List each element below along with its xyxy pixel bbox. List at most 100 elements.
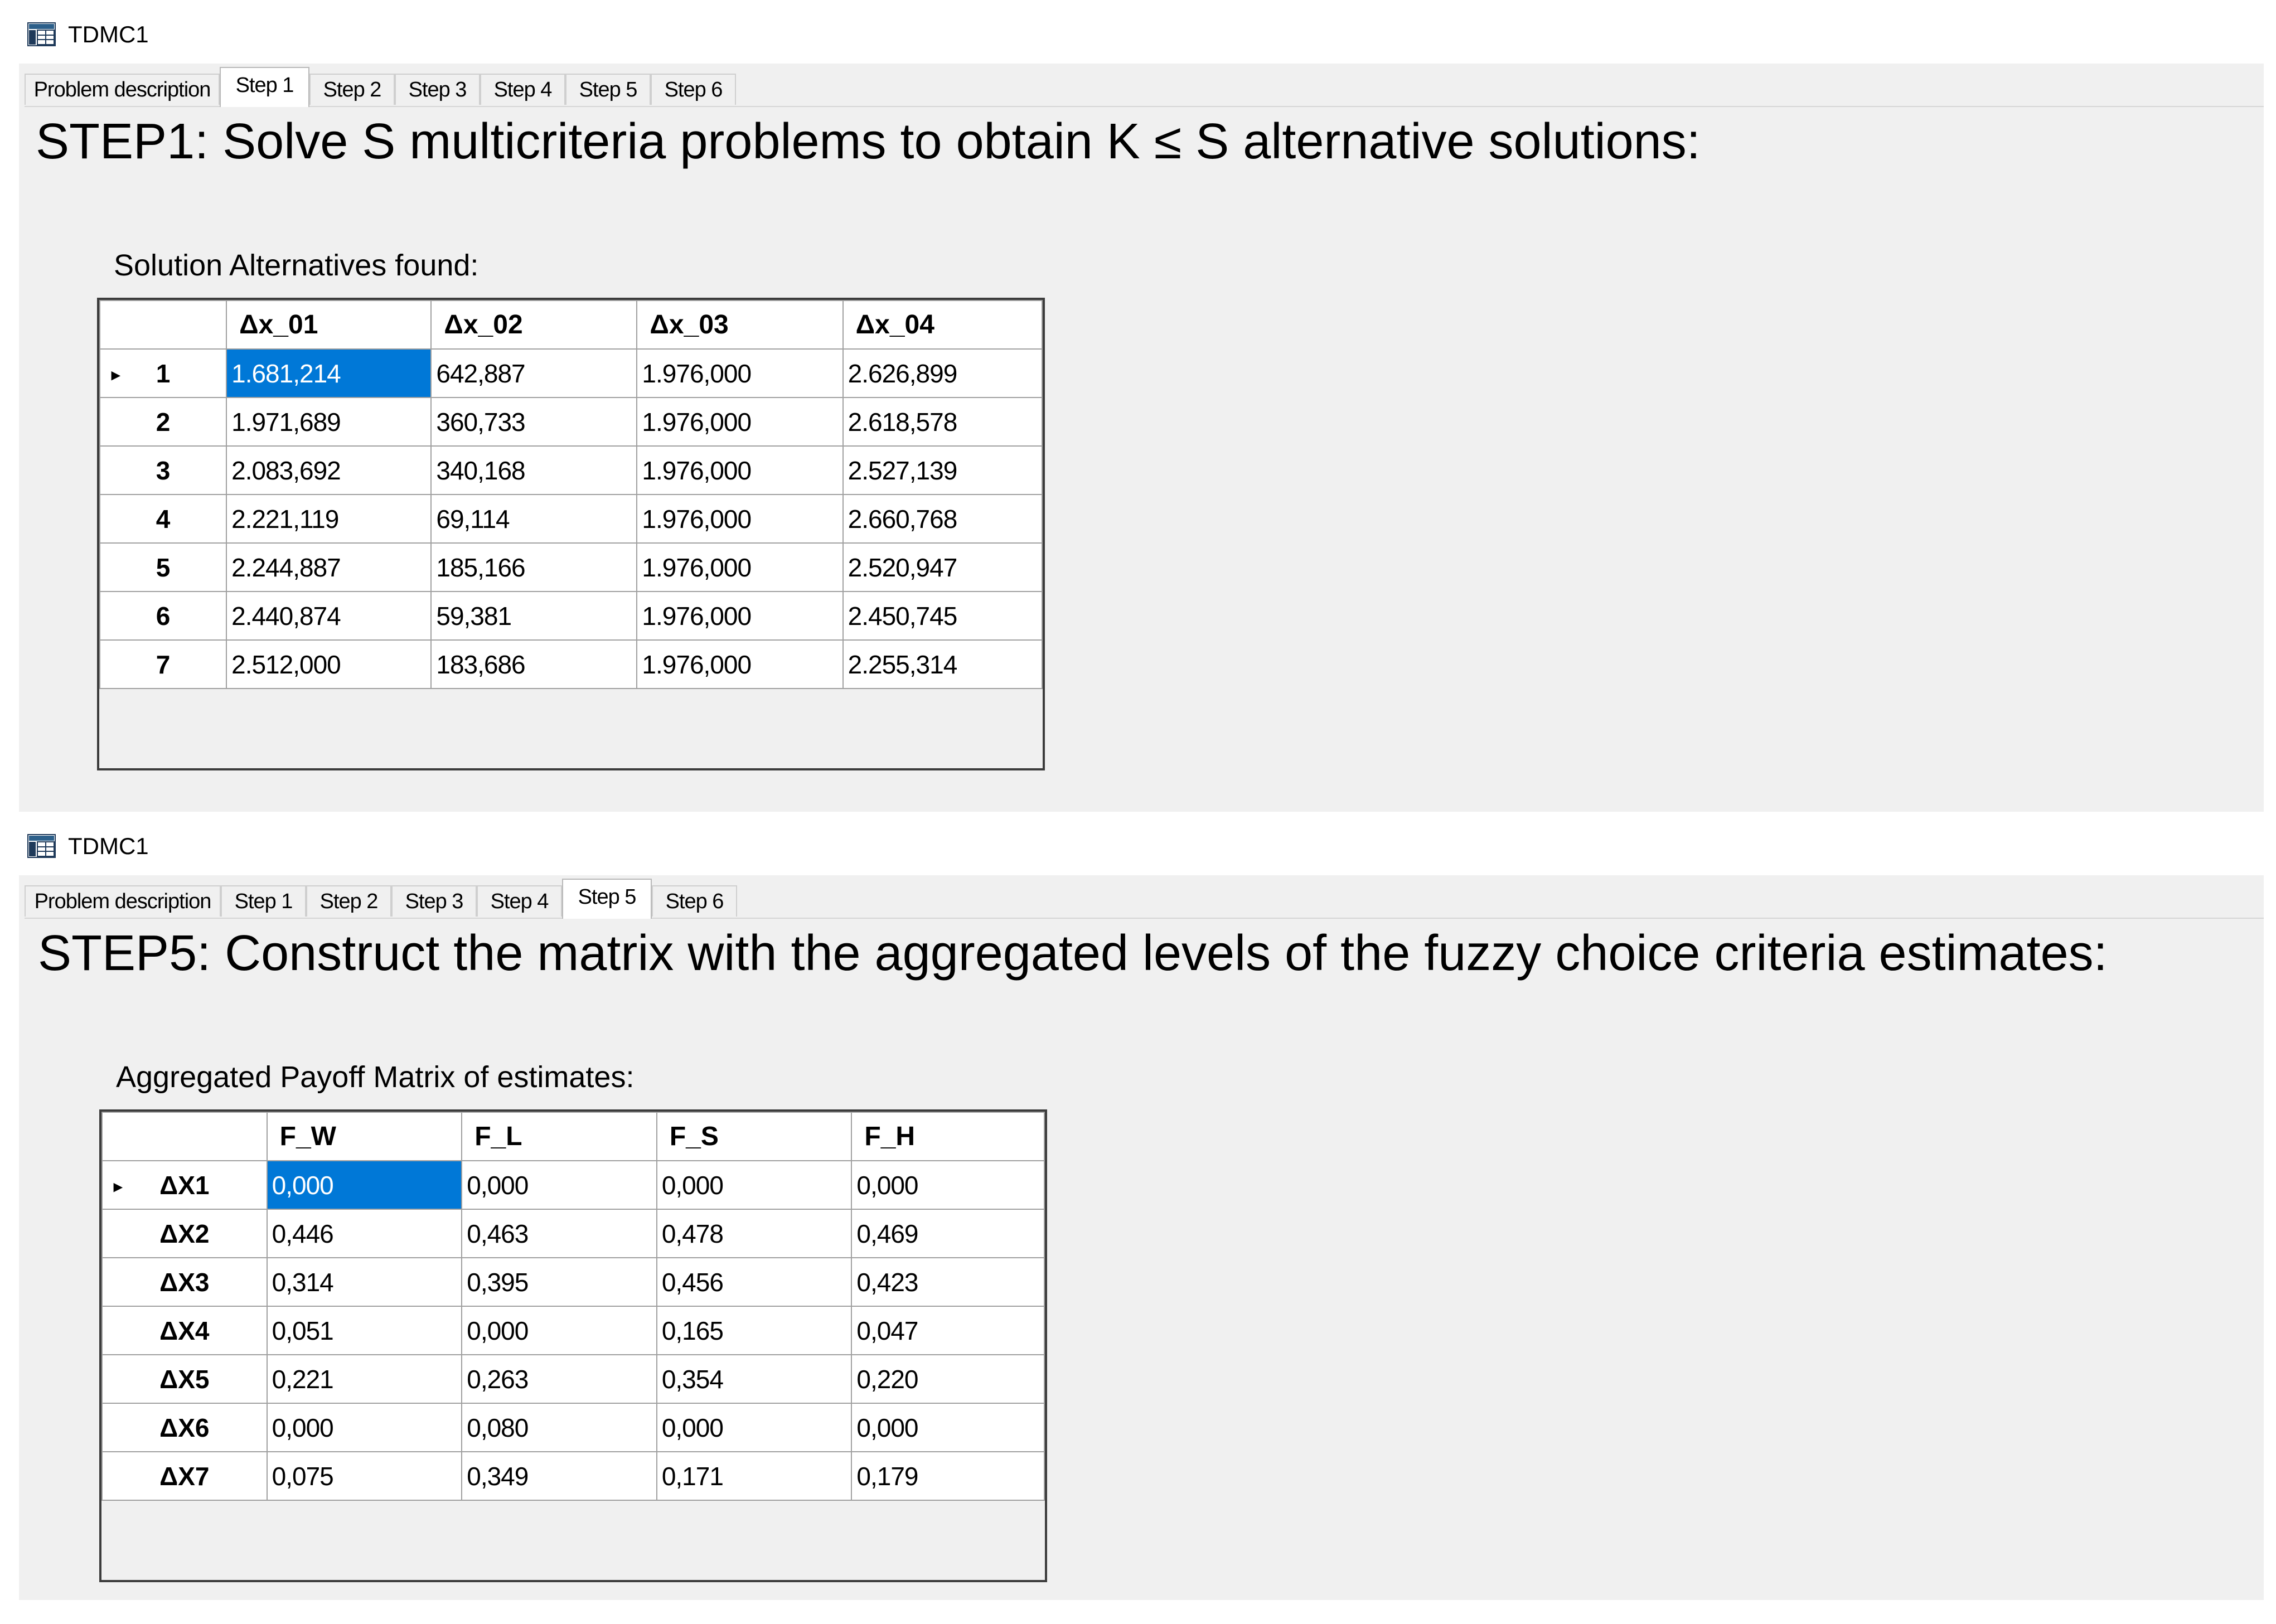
column-header[interactable]: F_H: [851, 1112, 1045, 1161]
grid-cell[interactable]: 2.083,692: [226, 445, 432, 495]
grid-cell[interactable]: 0,000: [461, 1160, 657, 1210]
row-header[interactable]: ▸ 1: [99, 348, 227, 398]
row-header[interactable]: 6: [99, 591, 227, 641]
column-header[interactable]: F_L: [461, 1112, 657, 1161]
grid-cell[interactable]: 0,000: [656, 1403, 853, 1452]
table-row[interactable]: ΔX2 0,446 0,463 0,478 0,469: [101, 1209, 1045, 1258]
grid-cell[interactable]: 1.976,000: [636, 494, 844, 544]
grid-cell[interactable]: 1.976,000: [636, 397, 844, 447]
tab-step-1[interactable]: Step 1: [220, 67, 309, 107]
grid-cell[interactable]: 183,686: [430, 639, 638, 689]
row-header[interactable]: 7: [99, 639, 227, 689]
grid-cell[interactable]: 185,166: [430, 542, 638, 592]
tab-problem-description[interactable]: Problem description: [25, 885, 221, 917]
table-row[interactable]: ▸ ΔX1 0,000 0,000 0,000 0,000: [101, 1160, 1045, 1210]
grid-cell[interactable]: 2.440,874: [226, 591, 432, 641]
table-row[interactable]: ΔX3 0,314 0,395 0,456 0,423: [101, 1257, 1045, 1307]
row-header[interactable]: ΔX6: [101, 1403, 268, 1452]
table-row[interactable]: ΔX5 0,221 0,263 0,354 0,220: [101, 1354, 1045, 1404]
table-row[interactable]: 3 2.083,692 340,168 1.976,000 2.527,139: [99, 445, 1043, 495]
grid-cell[interactable]: 0,221: [266, 1354, 463, 1404]
solution-alternatives-grid[interactable]: Δx_01 Δx_02 Δx_03 Δx_04 ▸ 1 1.681,214 642…: [97, 298, 1045, 770]
row-header[interactable]: ΔX3: [101, 1257, 268, 1307]
row-header[interactable]: ΔX5: [101, 1354, 268, 1404]
tab-step-5[interactable]: Step 5: [562, 879, 652, 919]
grid-cell[interactable]: 0,000: [851, 1160, 1045, 1210]
grid-cell[interactable]: 0,075: [266, 1451, 463, 1501]
grid-cell[interactable]: 360,733: [430, 397, 638, 447]
grid-cell[interactable]: 0,395: [461, 1257, 657, 1307]
grid-cell[interactable]: 0,349: [461, 1451, 657, 1501]
column-header[interactable]: Δx_02: [430, 300, 638, 350]
row-header[interactable]: ΔX7: [101, 1451, 268, 1501]
tab-step-6[interactable]: Step 6: [652, 885, 737, 917]
grid-cell[interactable]: 0,446: [266, 1209, 463, 1258]
table-row[interactable]: 2 1.971,689 360,733 1.976,000 2.618,578: [99, 397, 1043, 447]
title-bar[interactable]: TDMC1: [0, 0, 2276, 64]
grid-cell[interactable]: 0,047: [851, 1306, 1045, 1355]
tab-step-2[interactable]: Step 2: [306, 885, 391, 917]
grid-cell[interactable]: 2.244,887: [226, 542, 432, 592]
grid-cell[interactable]: 642,887: [430, 348, 638, 398]
grid-cell[interactable]: 59,381: [430, 591, 638, 641]
table-row[interactable]: ▸ 1 1.681,214 642,887 1.976,000 2.626,899: [99, 348, 1043, 398]
grid-cell[interactable]: 0,051: [266, 1306, 463, 1355]
tab-step-5[interactable]: Step 5: [565, 74, 651, 105]
grid-cell[interactable]: 340,168: [430, 445, 638, 495]
grid-cell[interactable]: 0,263: [461, 1354, 657, 1404]
table-row[interactable]: ΔX7 0,075 0,349 0,171 0,179: [101, 1451, 1045, 1501]
grid-cell[interactable]: 2.255,314: [842, 639, 1043, 689]
grid-cell[interactable]: 2.221,119: [226, 494, 432, 544]
grid-cell[interactable]: 1.971,689: [226, 397, 432, 447]
grid-cell[interactable]: 1.976,000: [636, 445, 844, 495]
tab-step-3[interactable]: Step 3: [395, 74, 480, 105]
row-header[interactable]: ΔX2: [101, 1209, 268, 1258]
column-header[interactable]: F_W: [266, 1112, 463, 1161]
grid-cell[interactable]: 0,179: [851, 1451, 1045, 1501]
aggregated-payoff-matrix-grid[interactable]: F_W F_L F_S F_H ▸ ΔX1 0,000 0,000 0,000 0…: [99, 1109, 1047, 1582]
grid-cell[interactable]: 1.976,000: [636, 348, 844, 398]
column-header[interactable]: Δx_03: [636, 300, 844, 350]
table-row[interactable]: 4 2.221,119 69,114 1.976,000 2.660,768: [99, 494, 1043, 544]
row-header[interactable]: 5: [99, 542, 227, 592]
row-header[interactable]: ▸ ΔX1: [101, 1160, 268, 1210]
grid-cell[interactable]: 0,000: [266, 1160, 463, 1210]
title-bar[interactable]: TDMC1: [0, 812, 2276, 875]
tab-step-3[interactable]: Step 3: [391, 885, 477, 917]
grid-cell[interactable]: 69,114: [430, 494, 638, 544]
table-row[interactable]: ΔX6 0,000 0,080 0,000 0,000: [101, 1403, 1045, 1452]
grid-cell[interactable]: 0,165: [656, 1306, 853, 1355]
grid-cell[interactable]: 0,456: [656, 1257, 853, 1307]
grid-cell[interactable]: 0,423: [851, 1257, 1045, 1307]
grid-cell[interactable]: 2.450,745: [842, 591, 1043, 641]
table-row[interactable]: 6 2.440,874 59,381 1.976,000 2.450,745: [99, 591, 1043, 641]
grid-cell[interactable]: 2.660,768: [842, 494, 1043, 544]
grid-cell[interactable]: 2.618,578: [842, 397, 1043, 447]
column-header[interactable]: Δx_01: [226, 300, 432, 350]
row-header[interactable]: 2: [99, 397, 227, 447]
tab-step-4[interactable]: Step 4: [477, 885, 562, 917]
grid-cell[interactable]: 0,000: [851, 1403, 1045, 1452]
grid-cell[interactable]: 0,000: [656, 1160, 853, 1210]
grid-cell[interactable]: 0,171: [656, 1451, 853, 1501]
grid-cell[interactable]: 1.976,000: [636, 591, 844, 641]
row-header[interactable]: ΔX4: [101, 1306, 268, 1355]
tab-problem-description[interactable]: Problem description: [25, 74, 220, 105]
grid-cell[interactable]: 1.976,000: [636, 639, 844, 689]
tab-step-1[interactable]: Step 1: [221, 885, 306, 917]
grid-cell[interactable]: 0,220: [851, 1354, 1045, 1404]
tab-step-6[interactable]: Step 6: [651, 74, 736, 105]
grid-cell[interactable]: 0,314: [266, 1257, 463, 1307]
grid-cell[interactable]: 2.520,947: [842, 542, 1043, 592]
grid-cell[interactable]: 2.626,899: [842, 348, 1043, 398]
row-header[interactable]: 4: [99, 494, 227, 544]
grid-cell[interactable]: 0,478: [656, 1209, 853, 1258]
grid-cell[interactable]: 0,080: [461, 1403, 657, 1452]
grid-cell[interactable]: 2.527,139: [842, 445, 1043, 495]
grid-cell[interactable]: 1.681,214: [226, 348, 432, 398]
grid-cell[interactable]: 0,354: [656, 1354, 853, 1404]
column-header[interactable]: F_S: [656, 1112, 853, 1161]
table-row[interactable]: 5 2.244,887 185,166 1.976,000 2.520,947: [99, 542, 1043, 592]
tab-step-4[interactable]: Step 4: [480, 74, 565, 105]
row-header[interactable]: 3: [99, 445, 227, 495]
